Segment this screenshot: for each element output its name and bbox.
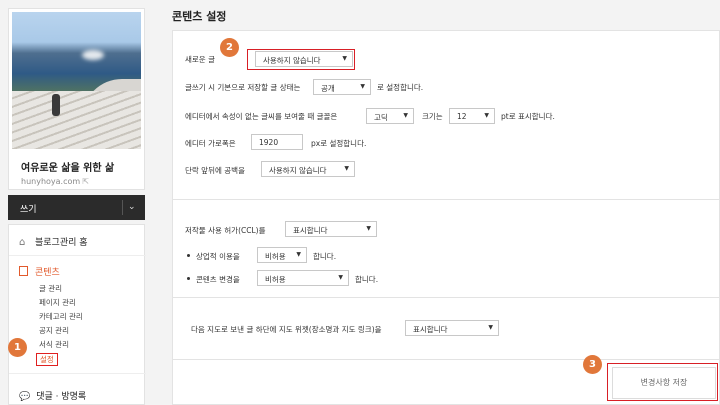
size-label: 크기는 [422, 112, 443, 121]
modify-label: 콘텐츠 변경을 [187, 274, 240, 285]
menu-item-comments[interactable]: 💬 댓글 · 방명록 [19, 389, 86, 402]
editor-width-input[interactable]: 1920 [251, 134, 303, 150]
write-button[interactable]: 쓰기 ⌄ [8, 195, 145, 220]
ccl-settings-panel: 저작물 사용 허가(CCL)를 표시합니다 ▼ 상업적 이용을 비허용 ▼ 합니다.… [172, 200, 720, 298]
map-select[interactable]: 표시합니다 ▼ [405, 320, 499, 336]
menu-section-contents[interactable]: 콘텐츠 [19, 265, 60, 278]
blog-title[interactable]: 여유로운 삶을 위한 삶 [21, 159, 114, 174]
menu-sub-post-manage[interactable]: 글 관리 [39, 283, 62, 294]
dropdown-arrow-icon: ▼ [344, 165, 349, 172]
menu-sub-template-manage[interactable]: 서식 관리 [39, 339, 69, 350]
ccl-select[interactable]: 표시합니다 ▼ [285, 221, 377, 237]
dropdown-arrow-icon: ▼ [488, 324, 493, 331]
menu-sub-page-manage[interactable]: 페이지 관리 [39, 297, 76, 308]
page-title: 콘텐츠 설정 [172, 10, 227, 23]
menu-sub-notice-manage[interactable]: 공지 관리 [39, 325, 69, 336]
font-label: 에디터에서 속성이 없는 글씨를 보여줄 때 글꼴은 [185, 112, 338, 121]
indent-label: 단락 앞뒤에 공백을 [185, 166, 245, 175]
ccl-label: 저작물 사용 허가(CCL)를 [185, 226, 266, 235]
map-label: 다음 지도로 보낸 글 하단에 지도 위젯(장소명과 지도 링크)을 [191, 325, 382, 334]
dropdown-arrow-icon: ▼ [296, 251, 301, 258]
menu-sub-category-manage[interactable]: 카테고리 관리 [39, 311, 83, 322]
blog-url[interactable]: hunyhoya.com ⇱ [21, 177, 89, 186]
chevron-down-icon[interactable]: ⌄ [128, 202, 136, 212]
default-state-select[interactable]: 공개 ▼ [313, 79, 371, 95]
dropdown-arrow-icon: ▼ [484, 112, 489, 119]
blog-cover-photo [12, 12, 141, 149]
admin-menu: ⌂ 블로그관리 홈 콘텐츠 글 관리 페이지 관리 카테고리 관리 공지 관리 서… [8, 224, 146, 405]
step-badge-2: 2 [220, 38, 239, 57]
font-select[interactable]: 고딕 ▼ [366, 108, 414, 124]
new-post-label: 새로운 글 [185, 55, 215, 64]
dropdown-arrow-icon: ▼ [338, 274, 343, 281]
dropdown-arrow-icon: ▼ [366, 225, 371, 232]
modify-suffix: 합니다. [355, 275, 379, 284]
commercial-label: 상업적 이용을 [187, 251, 240, 262]
sidebar: 여유로운 삶을 위한 삶 hunyhoya.com ⇱ 쓰기 ⌄ ⌂ 블로그관리 홈… [8, 0, 146, 405]
highlight-new-post-select [247, 49, 355, 70]
width-suffix: px로 설정합니다. [311, 139, 367, 148]
modify-select[interactable]: 비허용 ▼ [257, 270, 349, 286]
menu-sub-settings[interactable]: 설정 [36, 353, 58, 366]
menu-item-home[interactable]: ⌂ 블로그관리 홈 [19, 235, 88, 248]
document-icon [19, 266, 28, 276]
commercial-suffix: 합니다. [313, 252, 337, 261]
blog-profile-card: 여유로운 삶을 위한 삶 hunyhoya.com ⇱ [8, 8, 145, 190]
home-icon: ⌂ [19, 237, 26, 248]
speech-bubble-icon: 💬 [19, 392, 31, 402]
map-settings-panel: 다음 지도로 보낸 글 하단에 지도 위젯(장소명과 지도 링크)을 표시합니다… [172, 298, 720, 360]
external-link-icon: ⇱ [82, 177, 89, 186]
size-suffix: pt로 표시합니다. [501, 112, 555, 121]
default-state-suffix: 로 설정합니다. [377, 83, 424, 92]
dropdown-arrow-icon: ▼ [403, 112, 408, 119]
size-select[interactable]: 12 ▼ [449, 108, 495, 124]
commercial-select[interactable]: 비허용 ▼ [257, 247, 307, 263]
step-badge-3: 3 [583, 355, 602, 374]
step-badge-1: 1 [8, 338, 27, 357]
app-root: 여유로운 삶을 위한 삶 hunyhoya.com ⇱ 쓰기 ⌄ ⌂ 블로그관리 홈… [0, 0, 720, 405]
dropdown-arrow-icon: ▼ [360, 83, 365, 90]
default-state-label: 글쓰기 시 기본으로 저장할 글 상태는 [185, 83, 301, 92]
indent-select[interactable]: 사용하지 않습니다 ▼ [261, 161, 355, 177]
highlight-save-button [607, 363, 718, 401]
width-label: 에디터 가로폭은 [185, 139, 236, 148]
